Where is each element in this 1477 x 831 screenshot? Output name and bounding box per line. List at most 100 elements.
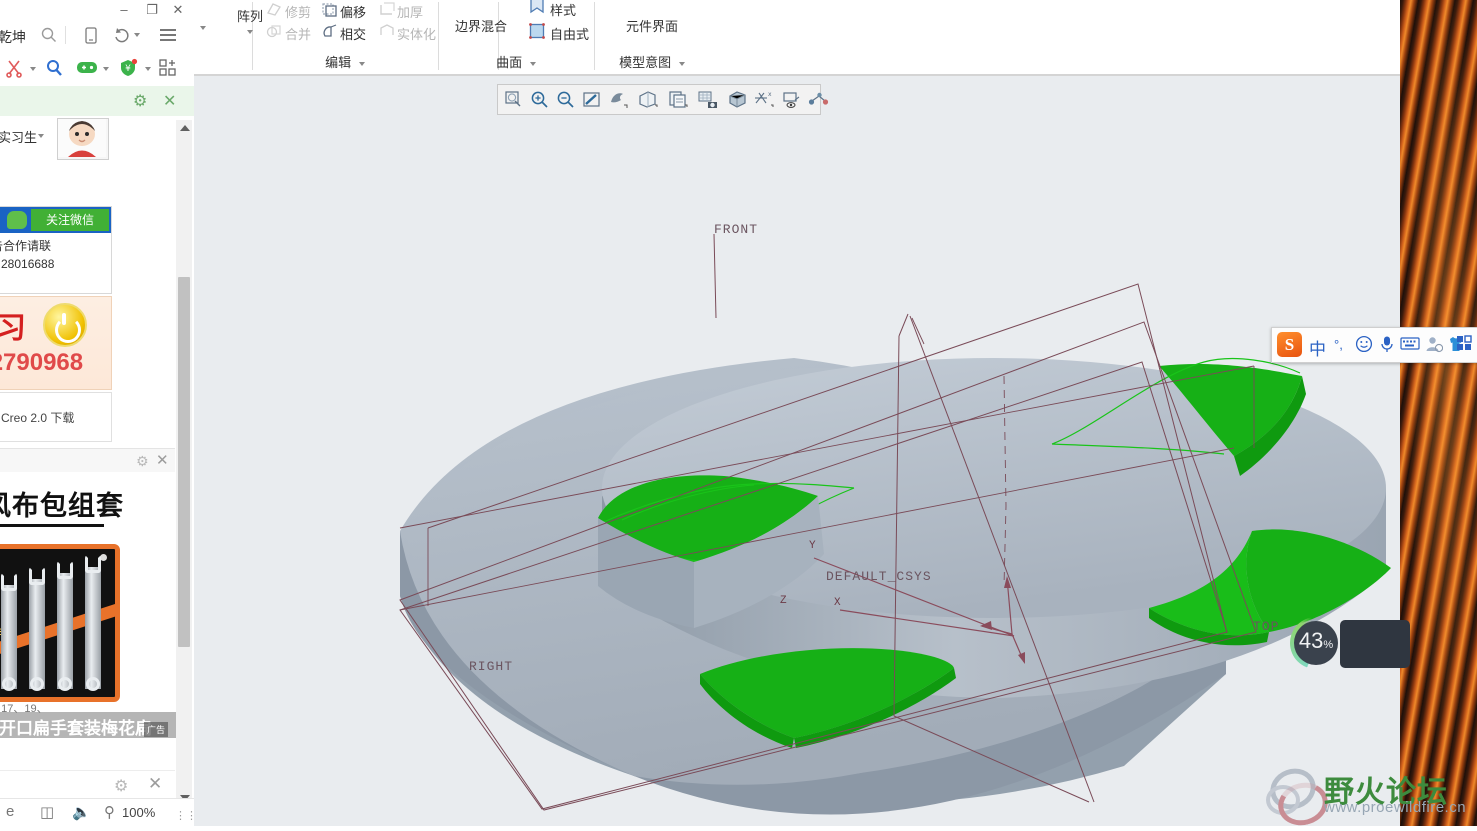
cad-3d-viewport[interactable]: FRONT TOP RIGHT DEFAULT_CSYS Y Z X <box>194 76 1400 826</box>
ad-study-card[interactable]: 学习 412790968 <box>0 296 112 390</box>
close-icon[interactable]: ✕ <box>148 774 162 794</box>
datum-label-front: FRONT <box>714 222 759 237</box>
ribbon-group-edit: 阵列 修剪 偏移 加厚 合并 相交 实体化 编辑 <box>194 0 438 70</box>
gamepad-chevron-down-icon[interactable] <box>103 67 109 71</box>
cpu-usage-label: 43% <box>1292 628 1340 654</box>
gear-icon[interactable]: ⚙ <box>114 776 128 796</box>
saved-views-icon[interactable] <box>608 90 628 109</box>
offset-icon <box>322 2 338 22</box>
zoom-level-label[interactable]: 100% <box>122 805 155 820</box>
view-toolbar: x <box>497 84 829 115</box>
restore-icon[interactable]: ❐ <box>138 0 166 20</box>
user-account-icon[interactable] <box>1425 335 1444 358</box>
ribbon-group-text-edit: 编辑 <box>325 55 352 70</box>
hamburger-menu-icon[interactable] <box>158 27 178 48</box>
magnifier-icon[interactable] <box>45 58 65 83</box>
ribbon-command-offset[interactable]: 偏移 <box>340 2 366 21</box>
zoom-out-icon[interactable] <box>556 90 575 109</box>
toolbar-divider <box>65 26 66 44</box>
ribbon-group-text-model-intent: 模型意图 <box>619 55 672 70</box>
ad-wechat-line1: 广告合作请联 <box>0 239 52 253</box>
search-icon[interactable] <box>40 26 58 49</box>
watermark-url: www.proewildfire.cn <box>1324 799 1467 816</box>
scene-camera-icon[interactable] <box>698 90 717 109</box>
datum-label-default-csys: DEFAULT_CSYS <box>826 569 932 584</box>
ad-label-badge: 广告 <box>144 722 169 737</box>
assistant-greenbar: ⚙ ✕ <box>0 86 194 117</box>
display-style-icon[interactable] <box>727 90 746 109</box>
ribbon-command-solidify: 实体化 <box>397 27 437 42</box>
sogou-logo-icon[interactable]: S <box>1277 332 1302 357</box>
close-icon[interactable]: ✕ <box>163 91 176 111</box>
voice-input-icon[interactable] <box>1379 335 1395 358</box>
sound-icon[interactable]: 🔈 <box>72 803 91 821</box>
search-icon[interactable]: ⚲ <box>104 803 115 821</box>
ad-wrench-card[interactable]: 风布包组套 手组套 WRENCH SET 4、17、19、 手开口扁手套装梅花扁… <box>0 472 180 770</box>
ad-title-underline <box>0 524 104 527</box>
spin-center-icon[interactable] <box>808 90 829 109</box>
scissors-chevron-down-icon[interactable] <box>30 67 36 71</box>
user-chevron-down-icon[interactable] <box>38 134 44 138</box>
edge-icon[interactable]: e <box>6 803 14 820</box>
gear-icon[interactable]: ⚙ <box>136 453 149 470</box>
ribbon-group-label-edit[interactable]: 编辑 <box>252 52 438 74</box>
scroll-up-arrow-icon[interactable] <box>180 125 190 131</box>
ribbon-group-label-surface[interactable]: 曲面 <box>438 52 594 74</box>
shield-coin-icon[interactable]: ¥ <box>118 58 138 83</box>
ribbon-command-intersect[interactable]: 相交 <box>340 24 366 43</box>
minimize-icon[interactable]: – <box>110 0 138 20</box>
follow-wechat-button[interactable]: 关注微信 <box>31 209 109 231</box>
emoji-icon[interactable] <box>1355 335 1373 358</box>
prev-group-chevron-icon[interactable] <box>200 26 206 30</box>
ad-creo-card[interactable]: Creo 2.0 下载 <box>0 392 112 442</box>
tabs-icon[interactable]: ◫ <box>40 803 54 821</box>
scissors-icon[interactable] <box>4 58 24 83</box>
phone-icon[interactable] <box>82 26 100 50</box>
datum-display-icon[interactable]: x <box>753 90 774 109</box>
ribbon-group-surface: 边界混合 样式 自由式 曲面 <box>438 0 594 70</box>
ad-creo-label: Creo 2.0 下载 <box>1 411 75 425</box>
annotation-display-icon[interactable] <box>782 90 801 109</box>
undo-icon[interactable] <box>112 26 132 49</box>
view-manager-icon[interactable] <box>638 90 658 109</box>
pattern-chevron-down-icon[interactable] <box>247 30 253 34</box>
zoom-to-fit-icon[interactable] <box>504 90 523 109</box>
ad-wrench-footerbar: ⚙ ✕ <box>0 770 175 799</box>
apps-grid-icon[interactable] <box>159 59 177 82</box>
undo-chevron-down-icon[interactable] <box>134 33 140 37</box>
svg-text:x: x <box>768 91 772 98</box>
avatar[interactable] <box>57 118 109 160</box>
shield-chevron-down-icon[interactable] <box>145 67 151 71</box>
panel-toolbar-primary: 乾坤 <box>0 22 194 51</box>
wallpaper-glow <box>1400 0 1477 826</box>
close-icon[interactable]: ✕ <box>156 451 169 469</box>
power-button-icon <box>43 303 87 347</box>
close-icon[interactable]: ✕ <box>164 0 192 20</box>
sogou-ime-toolbar[interactable]: S 中 °, <box>1271 327 1477 363</box>
gamepad-icon[interactable] <box>76 59 98 81</box>
edit-group-chevron-down-icon[interactable] <box>358 61 365 66</box>
gear-icon[interactable]: ⚙ <box>133 91 147 111</box>
ad-wechat-card[interactable]: 关注微信 广告合作请联 QQ:28016688 <box>0 206 112 294</box>
network-monitor-widget[interactable]: ↑ 0K/s ↓ 0K/s <box>1340 620 1410 668</box>
soft-keyboard-icon[interactable] <box>1400 335 1420 356</box>
language-mode-icon[interactable]: 中 <box>1309 335 1326 360</box>
repaint-icon[interactable] <box>582 90 601 109</box>
punctuation-mode-icon[interactable]: °, <box>1334 337 1343 352</box>
model-intent-chevron-down-icon[interactable] <box>678 61 685 66</box>
ribbon-button-boundary-blend[interactable]: 边界混合 <box>438 16 524 35</box>
zoom-in-icon[interactable] <box>530 90 549 109</box>
resize-grip-icon[interactable]: ⋮⋮ <box>175 809 194 822</box>
surface-group-chevron-down-icon[interactable] <box>529 61 536 66</box>
appearance-icon[interactable] <box>668 90 688 109</box>
ribbon-command-merge: 合并 <box>285 27 312 42</box>
datum-label-right: RIGHT <box>469 659 514 674</box>
user-role-label: 实习生 <box>0 130 38 145</box>
ribbon-command-freestyle[interactable]: 自由式 <box>550 24 589 43</box>
ribbon-command-style[interactable]: 样式 <box>550 0 576 19</box>
sidebar-scrollbar-thumb[interactable] <box>178 277 190 647</box>
ribbon-group-label-model-intent[interactable]: 模型意图 <box>594 52 710 74</box>
ribbon-button-component-interface[interactable]: 元件界面 <box>594 16 710 35</box>
toolbox-icon[interactable] <box>1456 335 1474 356</box>
percent-symbol: % <box>1323 639 1334 651</box>
